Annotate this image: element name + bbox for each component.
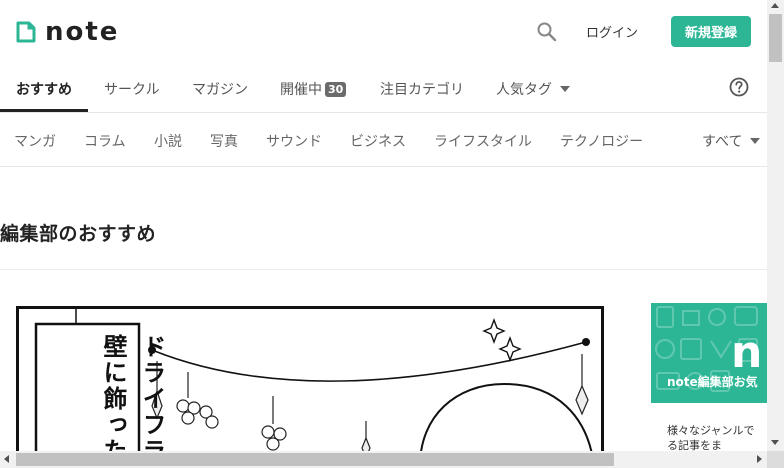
- vertical-scrollbar-thumb[interactable]: [769, 14, 782, 62]
- tab-events[interactable]: 開催中 30: [280, 79, 347, 99]
- manga-speech-text: ドライフラ 壁に飾った: [60, 334, 170, 451]
- tab-popular-tags[interactable]: 人気タグ: [496, 79, 570, 99]
- category-lifestyle[interactable]: ライフスタイル: [434, 131, 532, 151]
- category-fade: [640, 113, 680, 166]
- promo-title: note編集部お気: [667, 375, 758, 389]
- promo-n-letter: n: [731, 327, 763, 378]
- primary-tabs: おすすめ サークル マガジン 開催中 30 注目カテゴリ 人気タグ: [0, 64, 767, 113]
- scroll-left-arrow-icon[interactable]: [4, 455, 9, 463]
- login-link[interactable]: ログイン: [586, 22, 638, 41]
- scrollbar-corner: [767, 451, 784, 468]
- logo-text: note: [45, 17, 120, 47]
- promo-description: 様々なジャンルで る記事をま: [667, 423, 767, 451]
- scroll-up-arrow-icon[interactable]: [771, 3, 779, 8]
- promo-description-line-2: る記事をま: [667, 439, 722, 451]
- note-logo[interactable]: note: [16, 19, 119, 45]
- active-tab-indicator: [0, 109, 88, 112]
- horizontal-scrollbar[interactable]: [0, 451, 767, 468]
- search-icon[interactable]: [536, 21, 558, 43]
- category-nav: マンガ コラム 小説 写真 サウンド ビジネス ライフスタイル テクノロジー す…: [0, 113, 767, 167]
- category-manga[interactable]: マンガ: [14, 131, 56, 151]
- vertical-scrollbar[interactable]: [767, 0, 784, 451]
- chevron-down-icon: [560, 86, 570, 92]
- promo-description-line-1: 様々なジャンルで: [667, 424, 755, 437]
- note-logo-icon: [16, 21, 36, 43]
- section-title: 編集部のおすすめ: [0, 223, 157, 245]
- chevron-down-icon: [750, 138, 761, 144]
- page-viewport: note ログイン 新規登録 おすすめ サークル マガジン 開催中 30 注目カテ…: [0, 0, 767, 451]
- scroll-right-arrow-icon[interactable]: [757, 455, 762, 463]
- category-business[interactable]: ビジネス: [350, 131, 406, 151]
- horizontal-scrollbar-thumb[interactable]: [16, 453, 614, 466]
- section-divider: [0, 269, 767, 270]
- categories-all-dropdown[interactable]: すべて: [700, 131, 761, 151]
- category-column[interactable]: コラム: [84, 131, 126, 151]
- featured-manga-card[interactable]: ドライフラ 壁に飾った: [16, 306, 604, 451]
- category-sound[interactable]: サウンド: [266, 131, 322, 151]
- tab-magazine[interactable]: マガジン: [192, 79, 248, 99]
- tab-popular-tags-label: 人気タグ: [496, 82, 552, 98]
- signup-button[interactable]: 新規登録: [671, 16, 751, 47]
- manga-text-line-1: ドライフラ: [138, 334, 166, 451]
- site-header: note ログイン 新規登録: [0, 0, 767, 64]
- scroll-down-arrow-icon[interactable]: [771, 440, 779, 445]
- promo-banner: n note編集部お気: [651, 303, 767, 403]
- categories-all-label: すべて: [702, 134, 743, 150]
- category-novel[interactable]: 小説: [154, 131, 182, 151]
- tab-featured-categories[interactable]: 注目カテゴリ: [380, 79, 464, 99]
- tab-recommended[interactable]: おすすめ: [16, 79, 72, 99]
- tab-events-label: 開催中: [280, 82, 322, 98]
- help-circle-icon[interactable]: [729, 77, 749, 97]
- tab-circle[interactable]: サークル: [104, 79, 160, 99]
- editors-picks-promo-card[interactable]: n note編集部お気 様々なジャンルで る記事をま: [651, 303, 767, 451]
- manga-text-line-2: 壁に飾った: [99, 334, 127, 451]
- events-count-badge: 30: [325, 82, 347, 97]
- category-photo[interactable]: 写真: [210, 131, 238, 151]
- category-technology[interactable]: テクノロジー: [560, 131, 643, 151]
